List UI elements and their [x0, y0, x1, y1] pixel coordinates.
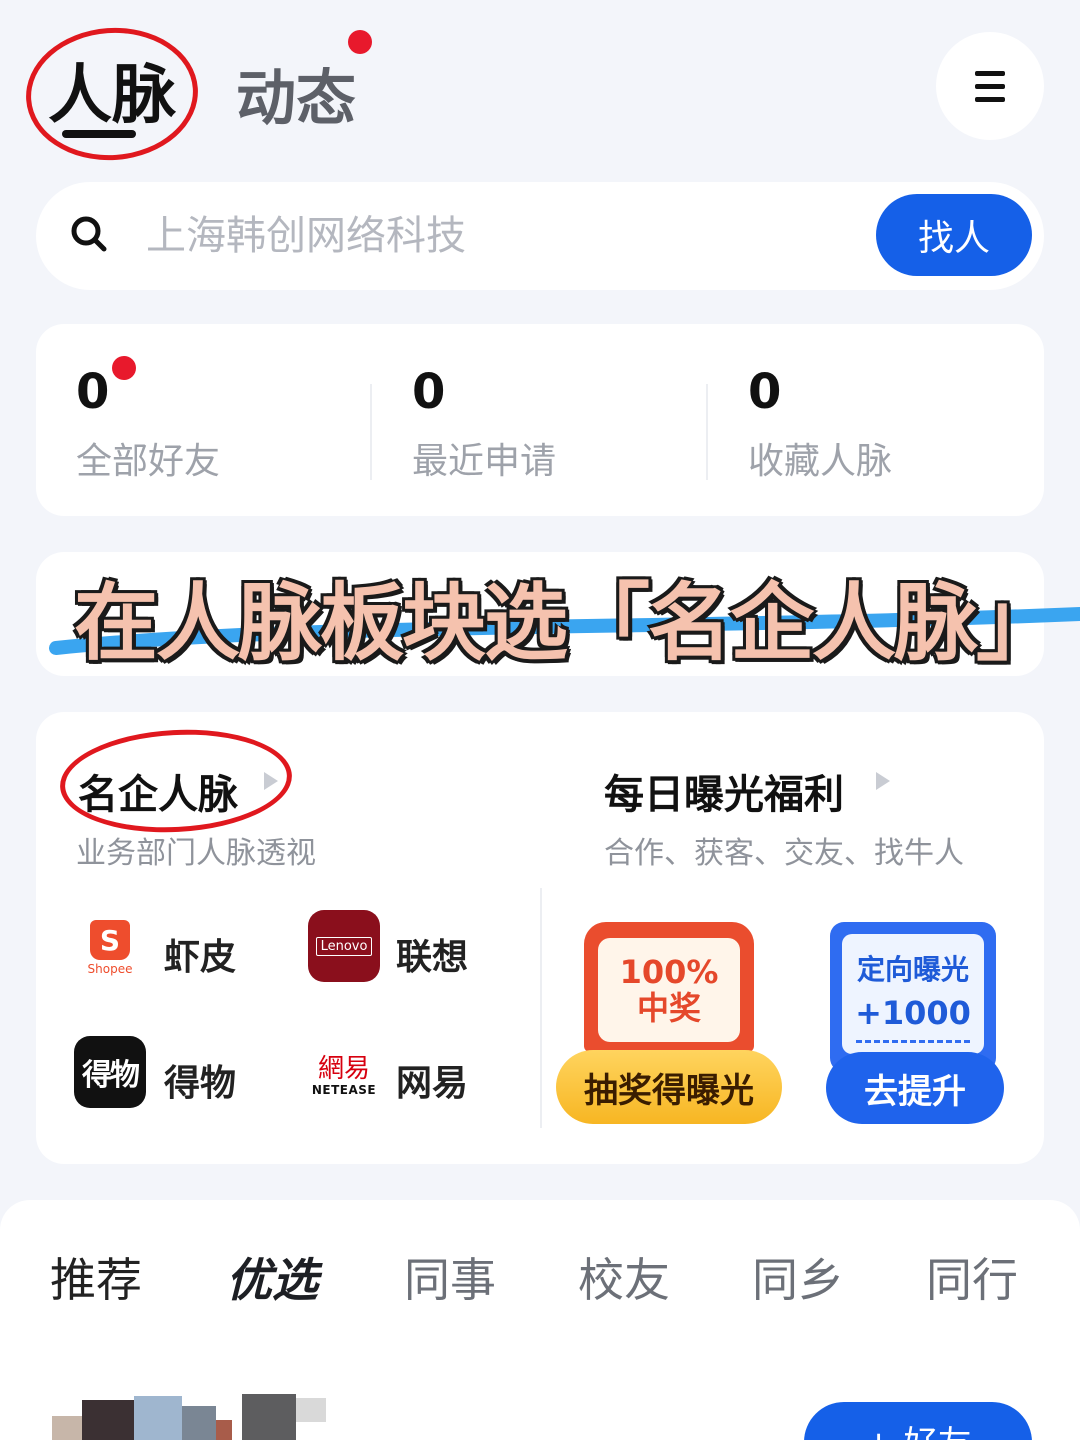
tab-colleagues[interactable]: 同事	[404, 1244, 496, 1310]
lottery-win: 中奖	[636, 989, 701, 1027]
search-input[interactable]	[146, 208, 846, 264]
divider	[540, 888, 542, 1128]
find-people-button[interactable]: 找人	[876, 194, 1032, 276]
targeted-exposure-amount: +1000	[855, 994, 971, 1032]
tab-hometown[interactable]: 同乡	[752, 1244, 844, 1310]
company-name-netease[interactable]: 网易	[396, 1054, 468, 1106]
menu-icon	[975, 70, 1005, 76]
company-name-lenovo[interactable]: 联想	[396, 928, 468, 980]
tab-dongtai[interactable]: 动态	[236, 50, 356, 137]
stat-value: 0	[412, 364, 446, 420]
add-friend-button[interactable]: + 好友	[804, 1402, 1032, 1440]
stat-value: 0	[748, 364, 782, 420]
lottery-percent: 100%	[619, 953, 719, 991]
stat-label: 全部好友	[76, 441, 221, 482]
stat-all-friends[interactable]: 0 全部好友	[36, 324, 372, 516]
boost-button[interactable]: 去提升	[826, 1052, 1004, 1124]
menu-button[interactable]	[936, 32, 1044, 140]
shopee-logo[interactable]: S Shopee	[74, 912, 146, 984]
stat-label: 收藏人脉	[748, 441, 893, 482]
company-name-dewu[interactable]: 得物	[164, 1054, 236, 1106]
overlay-caption: 在人脉板块选「名企人脉」	[74, 574, 1060, 672]
tab-alumni[interactable]: 校友	[578, 1244, 670, 1310]
dashed-divider	[856, 1040, 970, 1043]
famous-companies-subtitle: 业务部门人脉透视	[76, 836, 316, 871]
company-name-shopee[interactable]: 虾皮	[164, 928, 236, 980]
netease-logo[interactable]: 網易 NETEASE	[308, 1040, 380, 1112]
lottery-button[interactable]: 抽奖得曝光	[556, 1050, 782, 1124]
stat-value: 0	[76, 364, 110, 420]
notification-dot	[112, 356, 136, 380]
lottery-ticket: 100% 中奖	[598, 938, 740, 1042]
tab-recommend[interactable]: 推荐	[50, 1244, 142, 1310]
stat-saved-contacts[interactable]: 0 收藏人脉	[708, 324, 1044, 516]
tab-featured[interactable]: 优选	[226, 1244, 318, 1310]
notification-dot	[348, 30, 372, 54]
dewu-logo[interactable]: 得物	[74, 1036, 146, 1108]
avatar[interactable]	[242, 1380, 326, 1440]
stat-recent-requests[interactable]: 0 最近申请	[372, 324, 708, 516]
targeted-exposure-label: 定向曝光	[856, 953, 969, 986]
chevron-right-icon	[876, 772, 890, 790]
stat-label: 最近申请	[412, 441, 557, 482]
daily-exposure-subtitle: 合作、获客、交友、找牛人	[604, 836, 964, 871]
lenovo-logo[interactable]: Lenovo	[308, 910, 380, 982]
daily-exposure-title[interactable]: 每日曝光福利	[604, 762, 844, 820]
search-icon	[71, 216, 107, 252]
stats-card: 0 全部好友 0 最近申请 0 收藏人脉	[36, 324, 1044, 516]
targeted-exposure-ticket: 定向曝光 +1000	[842, 934, 984, 1054]
avatar[interactable]	[52, 1380, 232, 1440]
tab-industry[interactable]: 同行	[926, 1244, 1018, 1310]
